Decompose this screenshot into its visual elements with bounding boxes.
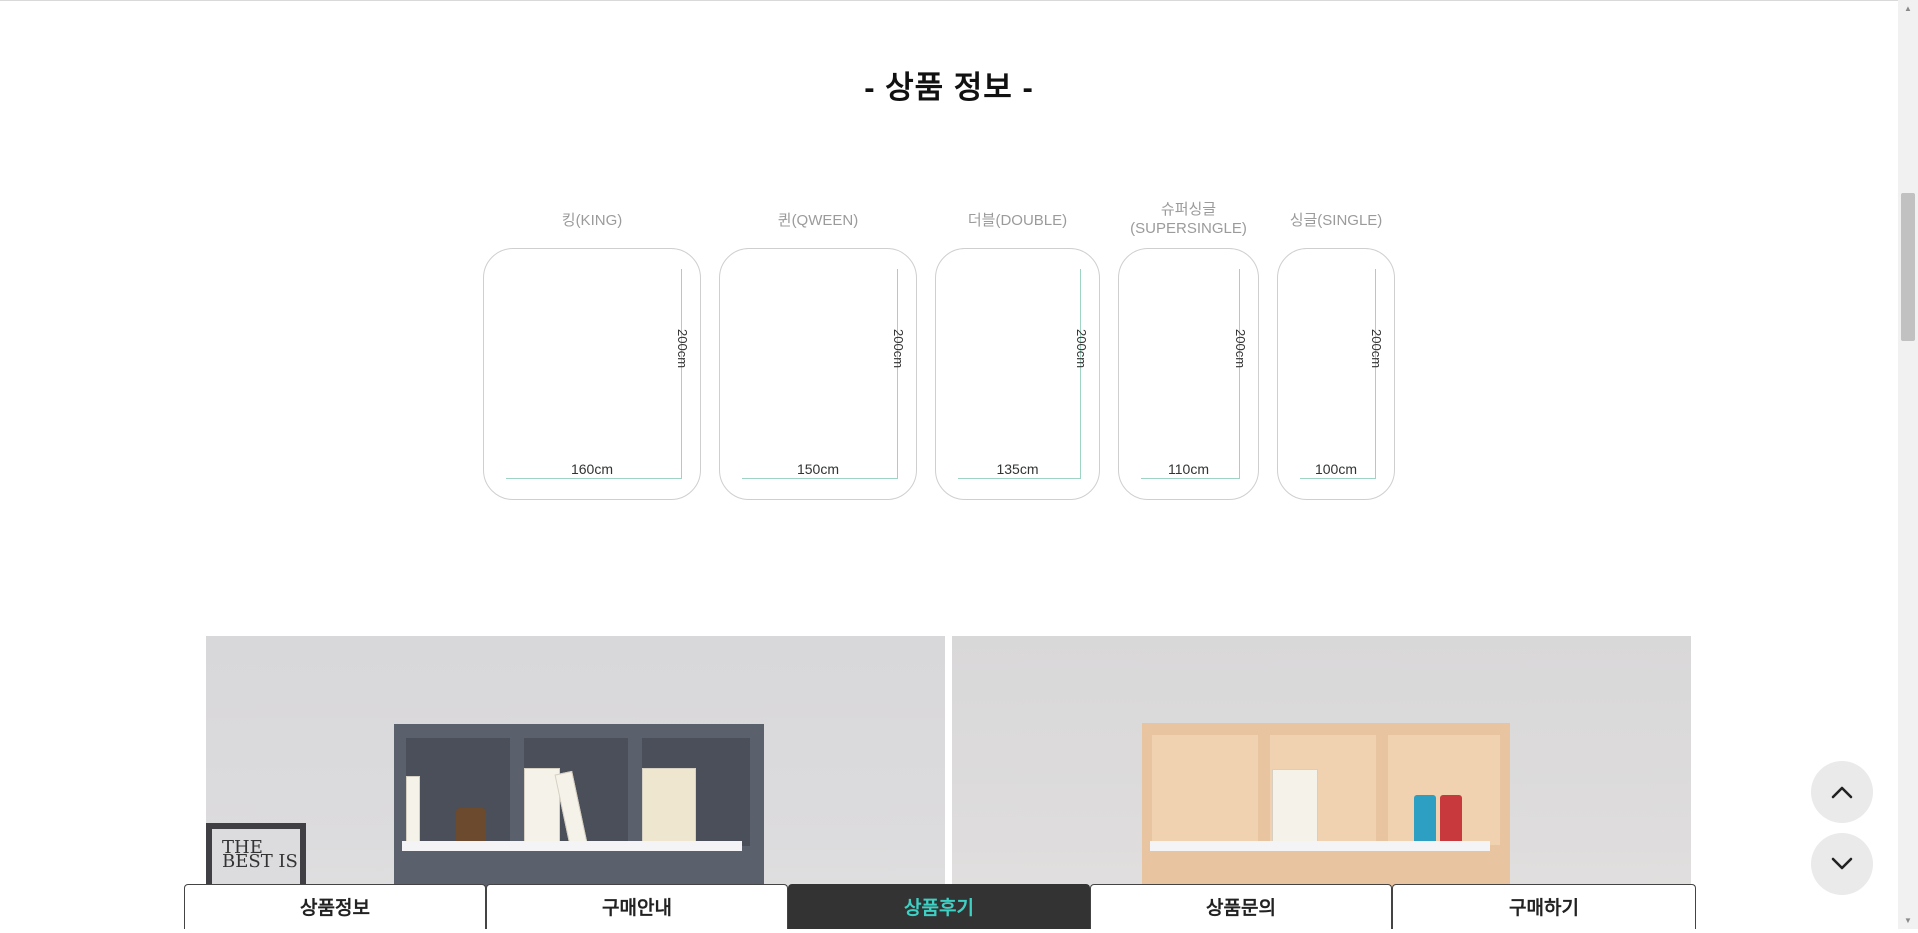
width-guide-line bbox=[1300, 478, 1376, 479]
tab-product-info[interactable]: 상품정보 bbox=[184, 884, 486, 929]
page-scrollbar[interactable]: ▲ ▼ bbox=[1898, 0, 1918, 929]
bed-size-label: 더블(DOUBLE) bbox=[967, 212, 1068, 229]
tab-product-inquiry[interactable]: 상품문의 bbox=[1090, 884, 1392, 929]
width-label: 110cm bbox=[1168, 461, 1209, 477]
bed-outline: 200cm 100cm bbox=[1277, 248, 1395, 500]
bed-size-queen: 퀸(QWEEN) 200cm 150cm bbox=[719, 200, 917, 502]
length-label: 200cm bbox=[1074, 329, 1089, 369]
width-label: 135cm bbox=[996, 461, 1039, 477]
bed-size-label: 싱글(SINGLE) bbox=[1289, 212, 1383, 229]
scrollbar-thumb[interactable] bbox=[1901, 193, 1915, 341]
bed-outline: 200cm 160cm bbox=[483, 248, 701, 500]
bed-size-diagram: 킹(KING) 200cm 160cm 퀸(QWEEN) 200cm 150cm… bbox=[0, 0, 1898, 520]
scroll-down-arrow-icon[interactable]: ▼ bbox=[1898, 912, 1918, 929]
chevron-up-icon bbox=[1831, 786, 1853, 799]
width-label: 100cm bbox=[1314, 461, 1358, 477]
length-label: 200cm bbox=[891, 329, 906, 369]
white-shelf-board bbox=[402, 841, 742, 851]
length-label: 200cm bbox=[1233, 329, 1248, 369]
bed-outline: 200cm 110cm bbox=[1118, 248, 1259, 500]
bed-size-supersingle: 슈퍼싱글 (SUPERSINGLE) 200cm 110cm bbox=[1118, 200, 1259, 502]
chevron-down-icon bbox=[1831, 857, 1853, 870]
bed-size-label-line1: 슈퍼싱글 bbox=[1160, 201, 1217, 218]
length-label: 200cm bbox=[675, 329, 690, 369]
red-can bbox=[1440, 795, 1462, 845]
length-guide-line bbox=[1080, 269, 1081, 479]
width-label: 150cm bbox=[796, 461, 840, 477]
blue-can bbox=[1414, 795, 1436, 845]
scroll-bottom-button[interactable] bbox=[1811, 833, 1873, 895]
length-guide-line bbox=[1375, 269, 1376, 479]
bed-size-label: 슈퍼싱글 (SUPERSINGLE) bbox=[1118, 200, 1259, 238]
bed-outline: 200cm 135cm bbox=[935, 248, 1100, 500]
scroll-top-button[interactable] bbox=[1811, 761, 1873, 823]
width-guide-line bbox=[958, 478, 1081, 479]
width-guide-line bbox=[742, 478, 898, 479]
width-guide-line bbox=[1141, 478, 1240, 479]
width-guide-line bbox=[506, 478, 682, 479]
length-guide-line bbox=[1239, 269, 1240, 479]
bed-outline: 200cm 150cm bbox=[719, 248, 917, 500]
white-shelf-board bbox=[1150, 841, 1490, 851]
width-label: 160cm bbox=[570, 461, 614, 477]
length-guide-line bbox=[681, 269, 682, 479]
tab-buy[interactable]: 구매하기 bbox=[1392, 884, 1696, 929]
length-guide-line bbox=[897, 269, 898, 479]
bed-size-label: 퀸(QWEEN) bbox=[777, 212, 859, 229]
tab-purchase-guide[interactable]: 구매안내 bbox=[486, 884, 788, 929]
bed-size-label-line2: (SUPERSINGLE) bbox=[1130, 220, 1247, 237]
tab-product-reviews[interactable]: 상품후기 bbox=[788, 884, 1090, 929]
bed-size-king: 킹(KING) 200cm 160cm bbox=[483, 200, 701, 502]
bed-size-single: 싱글(SINGLE) 200cm 100cm bbox=[1277, 200, 1395, 502]
scroll-up-arrow-icon[interactable]: ▲ bbox=[1898, 0, 1918, 17]
product-tab-bar: 상품정보 구매안내 상품후기 상품문의 구매하기 bbox=[184, 884, 1696, 929]
bed-size-label: 킹(KING) bbox=[561, 212, 623, 229]
bed-size-double: 더블(DOUBLE) 200cm 135cm bbox=[935, 200, 1100, 502]
length-label: 200cm bbox=[1369, 329, 1384, 369]
